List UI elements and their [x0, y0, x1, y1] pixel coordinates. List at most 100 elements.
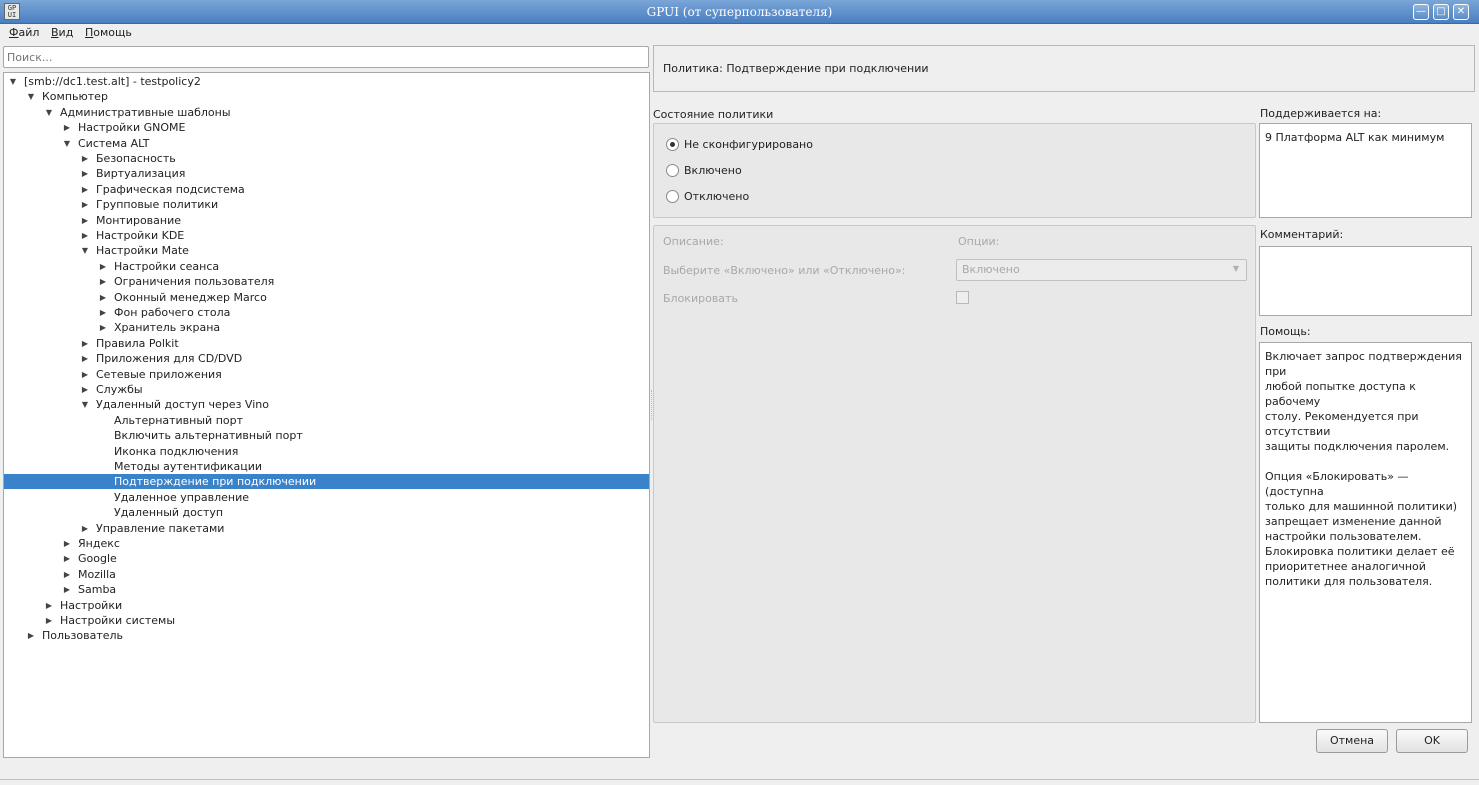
tree-item[interactable]: ▶ Настройки системы — [4, 613, 649, 628]
tree-item[interactable]: ▶ Оконный менеджер Marco — [4, 290, 649, 305]
policy-title: Политика: Подтверждение при подключении — [663, 62, 929, 75]
window-title: GPUI (от суперпользователя) — [646, 5, 833, 19]
expanded-arrow-icon[interactable]: ▼ — [81, 243, 89, 258]
collapsed-arrow-icon[interactable]: ▶ — [63, 120, 71, 135]
collapsed-arrow-icon[interactable]: ▶ — [81, 228, 89, 243]
search-input[interactable] — [3, 46, 649, 68]
collapsed-arrow-icon[interactable]: ▶ — [63, 567, 71, 582]
expanded-arrow-icon[interactable]: ▼ — [63, 136, 71, 151]
collapsed-arrow-icon[interactable]: ▶ — [81, 382, 89, 397]
collapsed-arrow-icon[interactable]: ▶ — [45, 598, 53, 613]
option-select[interactable]: Включено ▼ — [956, 259, 1247, 281]
tree-item-label: Включить альтернативный порт — [114, 429, 303, 443]
tree-item[interactable]: ▼ Административные шаблоны — [4, 105, 649, 120]
description-label: Описание: — [663, 235, 724, 248]
collapsed-arrow-icon[interactable]: ▶ — [81, 151, 89, 166]
tree-item[interactable]: ▶ Управление пакетами — [4, 521, 649, 536]
expanded-arrow-icon[interactable]: ▼ — [81, 397, 89, 412]
radio-disabled-indicator[interactable] — [666, 189, 679, 203]
menu-view[interactable]: Вид — [51, 26, 73, 39]
collapsed-arrow-icon[interactable]: ▶ — [27, 628, 35, 643]
tree-item[interactable]: Удаленный доступ — [4, 505, 649, 520]
collapsed-arrow-icon[interactable]: ▶ — [99, 259, 107, 274]
comment-field[interactable] — [1259, 246, 1472, 316]
maximize-button[interactable]: □ — [1433, 4, 1449, 20]
tree-item[interactable]: Включить альтернативный порт — [4, 428, 649, 443]
tree-item[interactable]: ▶ Пользователь — [4, 628, 649, 643]
tree-item[interactable]: ▶ Хранитель экрана — [4, 320, 649, 335]
tree-item-label: Настройки — [60, 598, 123, 612]
radio-not-configured[interactable]: Не сконфигурировано — [666, 137, 813, 153]
tree-item[interactable]: ▶ Приложения для CD/DVD — [4, 351, 649, 366]
tree-item[interactable]: ▶ Службы — [4, 382, 649, 397]
tree-item[interactable]: ▶ Групповые политики — [4, 197, 649, 212]
collapsed-arrow-icon[interactable]: ▶ — [81, 521, 89, 536]
tree-item-label: Samba — [78, 583, 117, 597]
menu-bar: Файл Вид Помощь — [0, 24, 1479, 44]
tree-item[interactable]: ▼ Компьютер — [4, 89, 649, 104]
tree-item-label: Графическая подсистема — [96, 182, 245, 196]
tree-item[interactable]: Иконка подключения — [4, 444, 649, 459]
ok-button[interactable]: OK — [1396, 729, 1468, 753]
tree-item[interactable]: ▶ Фон рабочего стола — [4, 305, 649, 320]
collapsed-arrow-icon[interactable]: ▶ — [63, 551, 71, 566]
collapsed-arrow-icon[interactable]: ▶ — [81, 336, 89, 351]
tree-item[interactable]: ▶ Правила Polkit — [4, 336, 649, 351]
radio-not-configured-indicator[interactable] — [666, 137, 679, 151]
tree-item[interactable]: Методы аутентификации — [4, 459, 649, 474]
minimize-button[interactable]: — — [1413, 4, 1429, 20]
collapsed-arrow-icon[interactable]: ▶ — [45, 613, 53, 628]
tree-item-selected[interactable]: Подтверждение при подключении — [4, 474, 649, 490]
collapsed-arrow-icon[interactable]: ▶ — [81, 351, 89, 366]
radio-disabled[interactable]: Отключено — [666, 189, 749, 205]
radio-enabled-indicator[interactable] — [666, 163, 679, 177]
tree-item[interactable]: ▼ Удаленный доступ через Vino — [4, 397, 649, 412]
collapsed-arrow-icon[interactable]: ▶ — [99, 320, 107, 335]
tree-item[interactable]: Альтернативный порт — [4, 413, 649, 428]
tree-item[interactable]: ▼ Система ALT — [4, 136, 649, 151]
comment-label: Комментарий: — [1260, 228, 1344, 241]
options-label: Опции: — [958, 235, 1000, 248]
tree-item[interactable]: ▼ Настройки Mate — [4, 243, 649, 258]
policy-tree[interactable]: ▼ [smb://dc1.test.alt] - testpolicy2 ▼ Комп… — [3, 72, 650, 758]
collapsed-arrow-icon[interactable]: ▶ — [99, 290, 107, 305]
radio-enabled[interactable]: Включено — [666, 163, 742, 179]
tree-item-label: Система ALT — [78, 136, 150, 150]
collapsed-arrow-icon[interactable]: ▶ — [81, 367, 89, 382]
collapsed-arrow-icon[interactable]: ▶ — [81, 213, 89, 228]
expanded-arrow-icon[interactable]: ▼ — [45, 105, 53, 120]
tree-item[interactable]: ▶ Виртуализация — [4, 166, 649, 181]
help-text: Включает запрос подтверждения при любой … — [1259, 342, 1472, 723]
tree-item[interactable]: ▶ Настройки сеанса — [4, 259, 649, 274]
tree-item[interactable]: ▼ [smb://dc1.test.alt] - testpolicy2 — [4, 74, 649, 89]
collapsed-arrow-icon[interactable]: ▶ — [81, 166, 89, 181]
tree-item[interactable]: ▶ Ограничения пользователя — [4, 274, 649, 289]
tree-item[interactable]: ▶ Безопасность — [4, 151, 649, 166]
tree-item[interactable]: ▶ Яндекс — [4, 536, 649, 551]
tree-item[interactable]: ▶ Настройки KDE — [4, 228, 649, 243]
collapsed-arrow-icon[interactable]: ▶ — [99, 305, 107, 320]
chevron-down-icon: ▼ — [1232, 264, 1239, 273]
collapsed-arrow-icon[interactable]: ▶ — [99, 274, 107, 289]
tree-item[interactable]: ▶ Сетевые приложения — [4, 367, 649, 382]
menu-help[interactable]: Помощь — [85, 26, 132, 39]
close-button[interactable]: ✕ — [1453, 4, 1469, 20]
tree-item[interactable]: ▶ Настройки GNOME — [4, 120, 649, 135]
tree-item[interactable]: ▶ Mozilla — [4, 567, 649, 582]
expanded-arrow-icon[interactable]: ▼ — [27, 89, 35, 104]
expanded-arrow-icon[interactable]: ▼ — [9, 74, 17, 89]
lock-checkbox[interactable] — [956, 291, 969, 304]
collapsed-arrow-icon[interactable]: ▶ — [81, 182, 89, 197]
tree-item[interactable]: ▶ Графическая подсистема — [4, 182, 649, 197]
tree-item[interactable]: ▶ Samba — [4, 582, 649, 597]
tree-item-label: Настройки Mate — [96, 244, 189, 258]
tree-item[interactable]: ▶ Google — [4, 551, 649, 566]
collapsed-arrow-icon[interactable]: ▶ — [63, 582, 71, 597]
cancel-button[interactable]: Отмена — [1316, 729, 1388, 753]
tree-item[interactable]: ▶ Монтирование — [4, 213, 649, 228]
tree-item[interactable]: ▶ Настройки — [4, 598, 649, 613]
collapsed-arrow-icon[interactable]: ▶ — [63, 536, 71, 551]
tree-item[interactable]: Удаленное управление — [4, 490, 649, 505]
menu-file[interactable]: Файл — [9, 26, 39, 39]
collapsed-arrow-icon[interactable]: ▶ — [81, 197, 89, 212]
